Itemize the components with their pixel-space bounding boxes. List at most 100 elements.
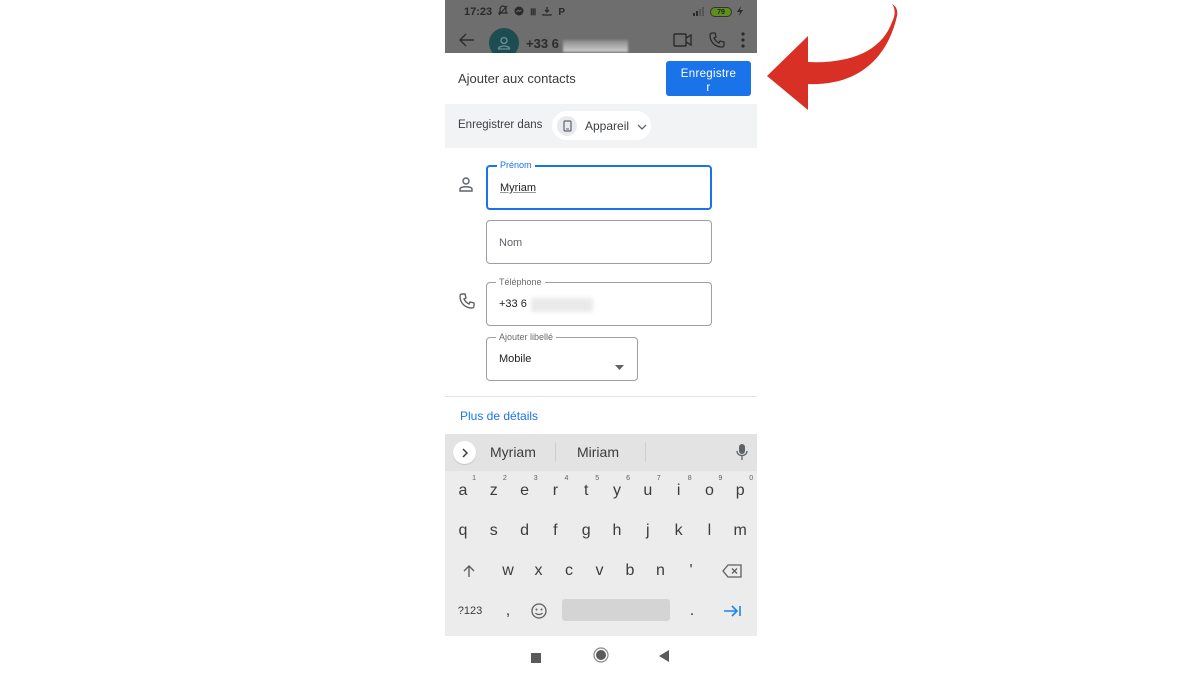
- save-in-label: Enregistrer dans: [458, 119, 543, 131]
- key-m[interactable]: m: [725, 511, 755, 551]
- arrow-left-icon[interactable]: [459, 25, 487, 52]
- phone-value: +33 6: [499, 298, 527, 310]
- backspace-icon: [722, 564, 742, 578]
- annotation-arrow-icon: [767, 4, 898, 110]
- key-w[interactable]: w: [493, 551, 523, 591]
- phone-icon[interactable]: [709, 32, 725, 53]
- key-b[interactable]: b: [615, 551, 645, 591]
- first-name-label: Prénom: [497, 159, 535, 171]
- home-circle-icon: [593, 647, 609, 663]
- app-bar-actions: [673, 32, 757, 53]
- key-hint-number: 2: [502, 475, 507, 482]
- key-f[interactable]: f: [540, 511, 570, 551]
- key-r[interactable]: r4: [540, 471, 570, 511]
- backspace-key[interactable]: [717, 551, 747, 591]
- phone-field[interactable]: Téléphone +33 6: [486, 276, 712, 326]
- back-button[interactable]: [659, 649, 669, 667]
- space-key[interactable]: [562, 599, 670, 621]
- phone-type-select[interactable]: Ajouter libellé Mobile: [486, 331, 638, 381]
- last-name-field[interactable]: Nom: [486, 220, 712, 264]
- save-button[interactable]: Enregistre r: [666, 61, 751, 96]
- key-y[interactable]: y6: [602, 471, 632, 511]
- suggestion-2[interactable]: Miriam: [577, 444, 619, 460]
- signal-icon: [689, 6, 705, 19]
- square-icon: [531, 653, 541, 663]
- key-q[interactable]: q: [448, 511, 478, 551]
- key-n[interactable]: n: [646, 551, 676, 591]
- comma-key[interactable]: ,: [493, 591, 523, 631]
- key-p[interactable]: p0: [725, 471, 755, 511]
- arrow-up-icon: [463, 564, 475, 577]
- phone-screen: 17:23 Ⅲ P 79 +33 6 Ajouter aux contacts …: [445, 0, 757, 675]
- key-apostrophe[interactable]: ': [676, 551, 706, 591]
- recents-button[interactable]: [531, 650, 541, 668]
- key-z[interactable]: z2: [479, 471, 509, 511]
- triangle-back-icon: [659, 650, 669, 662]
- first-name-field[interactable]: Prénom Myriam: [486, 159, 712, 210]
- shift-key[interactable]: [454, 551, 484, 591]
- symbols-key[interactable]: ?123: [455, 591, 485, 631]
- key-e[interactable]: e3: [510, 471, 540, 511]
- key-j[interactable]: j: [633, 511, 663, 551]
- phone-number-title: +33 6: [526, 36, 559, 51]
- key-t[interactable]: t5: [571, 471, 601, 511]
- key-c[interactable]: c: [554, 551, 584, 591]
- chevron-right-icon: [461, 447, 468, 458]
- keyboard-row-1: a1z2e3r4t5y6u7i8o9p0: [445, 471, 757, 511]
- suggestion-bar: Myriam Miriam: [445, 434, 757, 471]
- key-a[interactable]: a1: [448, 471, 478, 511]
- phone-type-label: Ajouter libellé: [496, 331, 557, 343]
- key-letter: i: [676, 482, 681, 499]
- chevron-down-icon: [637, 117, 647, 135]
- key-k[interactable]: k: [664, 511, 694, 551]
- phone-outline-icon: [459, 293, 475, 314]
- last-name-placeholder: Nom: [499, 237, 523, 249]
- key-letter: e: [520, 482, 530, 499]
- home-button[interactable]: [593, 647, 609, 668]
- key-s[interactable]: s: [479, 511, 509, 551]
- expand-toolbar-button[interactable]: [453, 441, 476, 464]
- emoji-key[interactable]: [524, 591, 554, 631]
- more-details-link[interactable]: Plus de détails: [460, 409, 538, 423]
- account-chip-label: Appareil: [585, 118, 630, 133]
- phone-label: Téléphone: [496, 276, 545, 288]
- redacted-phone-digits: [531, 298, 593, 312]
- tab-next-key[interactable]: [717, 591, 747, 631]
- save-button-label: Enregistre r: [680, 67, 737, 94]
- dropdown-arrow-icon: [615, 357, 624, 375]
- key-h[interactable]: h: [602, 511, 632, 551]
- key-hint-number: 4: [564, 475, 569, 482]
- account-chip[interactable]: Appareil: [552, 111, 651, 140]
- suggestion-1[interactable]: Myriam: [490, 444, 536, 460]
- status-right: 79: [689, 5, 743, 19]
- status-time: 17:23: [464, 6, 493, 18]
- key-letter: a: [458, 482, 468, 499]
- key-i[interactable]: i8: [664, 471, 694, 511]
- key-l[interactable]: l: [694, 511, 724, 551]
- key-letter: u: [643, 482, 653, 499]
- key-g[interactable]: g: [571, 511, 601, 551]
- key-d[interactable]: d: [510, 511, 540, 551]
- microphone-icon[interactable]: [736, 443, 748, 466]
- key-hint-number: 6: [626, 475, 630, 482]
- phone-type-value: Mobile: [499, 353, 532, 365]
- save-location-bar: Enregistrer dans Appareil: [445, 104, 757, 148]
- charging-icon: [737, 5, 743, 19]
- key-hint-number: 3: [533, 475, 538, 482]
- key-letter: t: [583, 482, 589, 499]
- keyboard-row-2: qsdfghjklm: [445, 511, 757, 551]
- status-bar: 17:23 Ⅲ P 79: [445, 0, 757, 24]
- period-key[interactable]: .: [677, 591, 707, 631]
- suggestion-separator: [555, 442, 556, 462]
- key-o[interactable]: o9: [694, 471, 724, 511]
- ladder-icon: Ⅲ: [530, 6, 537, 17]
- more-vert-icon[interactable]: [741, 32, 745, 53]
- suggestion-separator: [645, 442, 646, 462]
- key-x[interactable]: x: [524, 551, 554, 591]
- download-icon: [542, 6, 553, 19]
- sheet-title: Ajouter aux contacts: [458, 71, 576, 86]
- key-u[interactable]: u7: [633, 471, 663, 511]
- key-v[interactable]: v: [585, 551, 615, 591]
- tab-arrow-icon: [724, 605, 741, 617]
- video-call-icon[interactable]: [673, 33, 693, 52]
